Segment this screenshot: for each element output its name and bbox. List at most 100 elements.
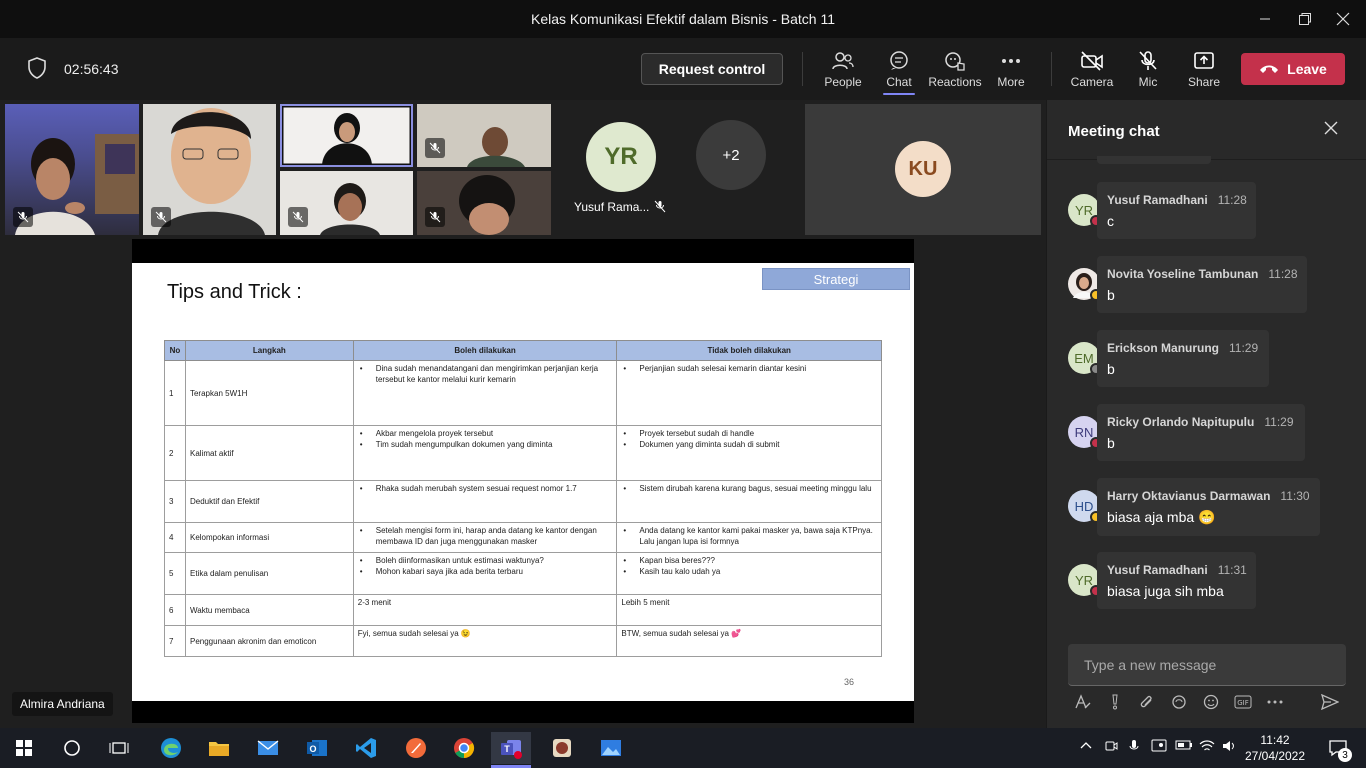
people-button[interactable]: People [815, 48, 871, 92]
chat-icon [890, 51, 908, 70]
list-item: Mohon kabari saya jika ada berita terbar… [358, 566, 613, 577]
camera-button[interactable]: Camera [1064, 48, 1120, 92]
postman-icon[interactable] [396, 732, 436, 764]
participant-video-tile[interactable] [280, 171, 413, 235]
sender-name: Harry Oktavianus Darmawan 11:30 [1107, 489, 1310, 503]
message-input[interactable] [1068, 644, 1346, 685]
leave-button[interactable]: Leave [1241, 53, 1345, 85]
participant-name: Yusuf Rama... [574, 200, 650, 214]
system-clock[interactable]: 11:42 27/04/2022 [1244, 732, 1306, 764]
chat-header: Meeting chat [1047, 100, 1366, 160]
row-do: Rhaka sudah merubah system sesuai reques… [352, 480, 618, 523]
chat-label: Chat [886, 75, 912, 89]
row-step: Etika dalam penulisan [184, 552, 354, 595]
volume-icon[interactable] [1222, 739, 1238, 756]
vscode-icon[interactable] [346, 732, 386, 764]
message-compose-box[interactable] [1068, 644, 1346, 686]
emoji-icon[interactable] [1200, 691, 1222, 713]
battery-icon[interactable] [1175, 739, 1193, 754]
maximize-button[interactable] [1290, 6, 1320, 32]
participant-video-tile[interactable] [5, 104, 139, 235]
participant-tile[interactable]: KU [805, 104, 1041, 235]
row-number: 1 [164, 360, 186, 426]
message-time: 11:28 [1268, 267, 1298, 281]
more-options-icon[interactable] [1264, 691, 1286, 713]
request-control-button[interactable]: Request control [641, 53, 783, 85]
mic-off-icon [288, 207, 308, 227]
more-participants-button[interactable]: +2 [696, 120, 766, 190]
edge-browser-icon[interactable] [151, 732, 191, 764]
svg-text:GIF: GIF [1237, 699, 1249, 707]
chat-button[interactable]: Chat [871, 48, 927, 95]
svg-text:T: T [504, 744, 510, 754]
row-step: Waktu membaca [184, 594, 354, 626]
wifi-icon[interactable] [1199, 739, 1215, 756]
camera-tray-icon[interactable] [1104, 739, 1118, 756]
gif-icon[interactable]: GIF [1232, 691, 1254, 713]
table-header: Langkah [184, 340, 354, 361]
task-view-icon[interactable] [99, 732, 139, 764]
priority-icon[interactable] [1104, 691, 1126, 713]
more-label: More [997, 75, 1025, 89]
active-tab-indicator [883, 93, 915, 95]
ellipsis-icon [1002, 59, 1020, 63]
participant-avatar[interactable]: YR [586, 122, 656, 192]
search-icon[interactable] [52, 732, 92, 764]
message-time: 11:31 [1217, 563, 1247, 577]
row-dont: Kapan bisa beres???Kasih tau kalo udah y… [616, 552, 882, 595]
slide-page-number: 36 [844, 677, 855, 687]
row-step: Kelompokan informasi [184, 522, 354, 553]
teams-icon[interactable]: T [491, 732, 531, 764]
list-item: Boleh diinformasikan untuk estimasi wakt… [358, 555, 613, 566]
mic-off-icon [13, 207, 33, 227]
windows-taskbar: O T 11:42 27/04/2022 3 [0, 728, 1366, 768]
list-item: Akbar mengelola proyek tersebut [358, 428, 613, 439]
participant-video-tile[interactable] [417, 104, 551, 167]
mic-button[interactable]: Mic [1120, 48, 1176, 92]
microphone-tray-icon[interactable] [1128, 739, 1140, 756]
people-label: People [824, 75, 862, 89]
message-bubble: Ricky Orlando Napitupulu 11:29 b [1097, 404, 1305, 461]
mic-off-icon [425, 138, 445, 158]
loop-icon[interactable] [1168, 691, 1190, 713]
table-row: 4 Kelompokan informasi Setelah mengisi f… [164, 522, 882, 553]
format-icon[interactable] [1072, 691, 1094, 713]
mail-icon[interactable] [248, 732, 288, 764]
table-row: 6 Waktu membaca 2-3 menit Lebih 5 menit [164, 594, 882, 626]
close-icon[interactable] [1323, 120, 1339, 141]
participant-video-tile[interactable] [417, 171, 551, 235]
participant-video-tile[interactable] [143, 104, 276, 235]
more-button[interactable]: More [983, 48, 1039, 92]
previous-message-fragment [1097, 156, 1211, 164]
row-dont: Sistem dirubah karena kurang bagus, sesu… [616, 480, 882, 523]
reactions-label: Reactions [928, 75, 982, 89]
row-number: 7 [164, 625, 186, 657]
screen-share-tray-icon[interactable] [1151, 739, 1167, 756]
toolbar-divider [802, 52, 803, 86]
share-button[interactable]: Share [1176, 48, 1232, 92]
toolbar-divider [1051, 52, 1052, 86]
minimize-button[interactable] [1250, 6, 1280, 32]
chevron-up-icon[interactable] [1080, 739, 1092, 753]
shared-slide: Tips and Trick : Strategi No Langkah Bol… [132, 263, 914, 701]
share-label: Share [1187, 75, 1221, 89]
active-speaker-video-tile[interactable] [280, 104, 413, 167]
reactions-button[interactable]: Reactions [927, 48, 983, 92]
notification-center-icon[interactable]: 3 [1318, 732, 1358, 764]
meeting-toolbar: 02:56:43 Request control People Chat Rea… [0, 38, 1366, 100]
file-explorer-icon[interactable] [199, 732, 239, 764]
outlook-icon[interactable]: O [297, 732, 337, 764]
message-time: 11:29 [1229, 341, 1259, 355]
app-icon[interactable] [542, 732, 582, 764]
svg-text:O: O [309, 744, 316, 754]
close-window-button[interactable] [1328, 6, 1358, 32]
send-icon[interactable] [1319, 691, 1341, 713]
row-do: Boleh diinformasikan untuk estimasi wakt… [352, 552, 618, 595]
list-item: Perjanjian sudah selesai kemarin diantar… [621, 363, 877, 374]
mic-off-icon [1139, 51, 1157, 70]
windows-start-icon[interactable] [4, 732, 44, 764]
chrome-icon[interactable] [444, 732, 484, 764]
photos-icon[interactable] [591, 732, 631, 764]
attach-icon[interactable] [1136, 691, 1158, 713]
table-row: 1 Terapkan 5W1H Dina sudah menandatangan… [164, 360, 882, 426]
